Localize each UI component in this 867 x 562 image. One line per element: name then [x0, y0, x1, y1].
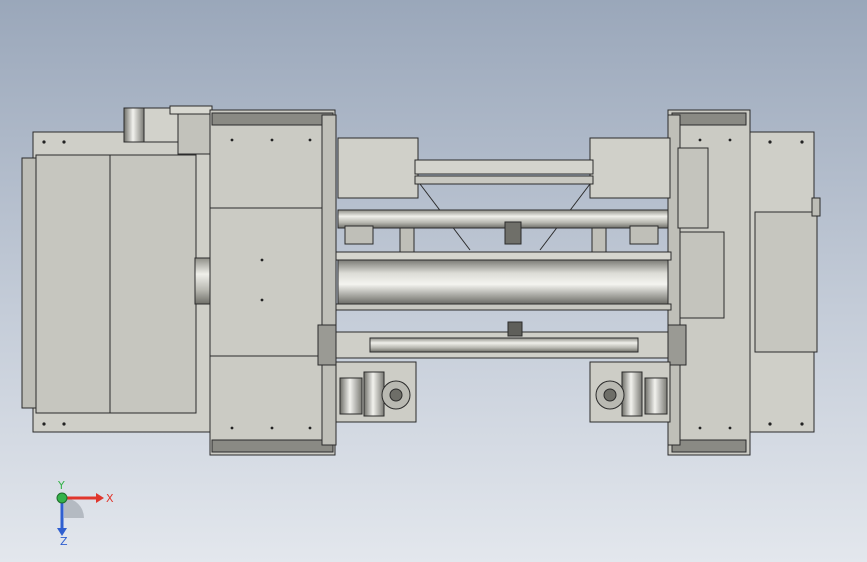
- x-axis-label: X: [106, 492, 114, 505]
- upper-frame: [337, 137, 671, 255]
- left-base-plate: [21, 131, 214, 433]
- lower-shaft: [317, 321, 687, 366]
- z-axis-label: Z: [60, 535, 68, 548]
- lower-left-assembly: [335, 361, 417, 423]
- lower-right-assembly: [589, 361, 671, 423]
- y-axis-label: Y: [57, 479, 65, 492]
- cad-model[interactable]: [0, 0, 867, 562]
- x-axis-head: [96, 493, 104, 503]
- left-housing: [209, 109, 337, 456]
- upper-shaft: [337, 209, 669, 245]
- coordinate-triad: X Y Z: [56, 479, 114, 548]
- right-housing: [667, 109, 751, 456]
- main-drum: [335, 251, 672, 311]
- graphics-viewport[interactable]: X Y Z: [0, 0, 867, 562]
- y-axis-dot: [56, 492, 68, 504]
- right-base-plate: [741, 131, 821, 433]
- triad-arc: [64, 498, 84, 518]
